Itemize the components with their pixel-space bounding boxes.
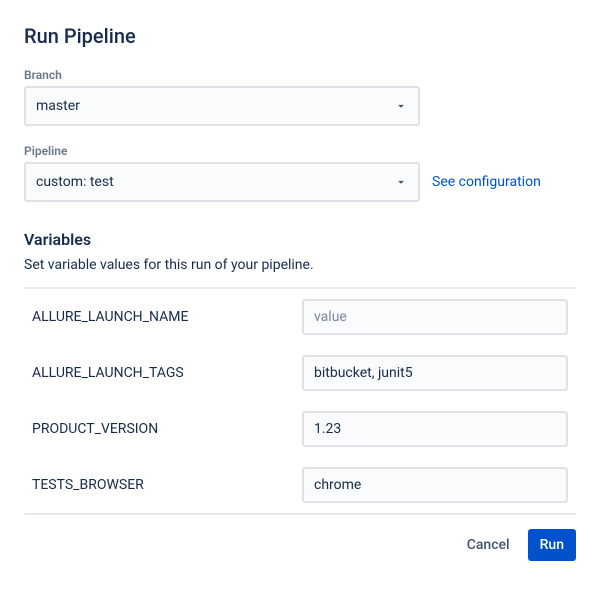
cancel-button[interactable]: Cancel — [455, 529, 522, 561]
branch-label: Branch — [24, 68, 576, 82]
variable-value-input[interactable] — [302, 411, 568, 447]
variables-description: Set variable values for this run of your… — [24, 257, 576, 273]
variables-table: ALLURE_LAUNCH_NAME ALLURE_LAUNCH_TAGS PR… — [24, 287, 576, 515]
variable-row: TESTS_BROWSER — [24, 457, 576, 513]
variable-name: PRODUCT_VERSION — [32, 421, 290, 437]
dialog-title: Run Pipeline — [24, 24, 576, 48]
variable-row: ALLURE_LAUNCH_TAGS — [24, 345, 576, 401]
run-button[interactable]: Run — [528, 529, 576, 561]
dialog-footer: Cancel Run — [24, 529, 576, 561]
variable-value-input[interactable] — [302, 299, 568, 335]
variable-name: ALLURE_LAUNCH_NAME — [32, 309, 290, 325]
branch-select-value: master — [36, 98, 394, 114]
pipeline-select-value: custom: test — [36, 174, 394, 190]
branch-select[interactable]: master — [24, 86, 420, 126]
variable-name: TESTS_BROWSER — [32, 477, 290, 493]
variable-row: PRODUCT_VERSION — [24, 401, 576, 457]
variable-value-input[interactable] — [302, 355, 568, 391]
pipeline-label: Pipeline — [24, 144, 576, 158]
variable-name: ALLURE_LAUNCH_TAGS — [32, 365, 290, 381]
pipeline-field-group: Pipeline custom: test See configuration — [24, 144, 576, 202]
pipeline-select[interactable]: custom: test — [24, 162, 420, 202]
chevron-down-icon — [394, 99, 408, 113]
see-configuration-link[interactable]: See configuration — [432, 174, 541, 190]
branch-field-group: Branch master — [24, 68, 576, 126]
variables-heading: Variables — [24, 230, 576, 249]
variable-value-input[interactable] — [302, 467, 568, 503]
variable-row: ALLURE_LAUNCH_NAME — [24, 289, 576, 345]
chevron-down-icon — [394, 175, 408, 189]
